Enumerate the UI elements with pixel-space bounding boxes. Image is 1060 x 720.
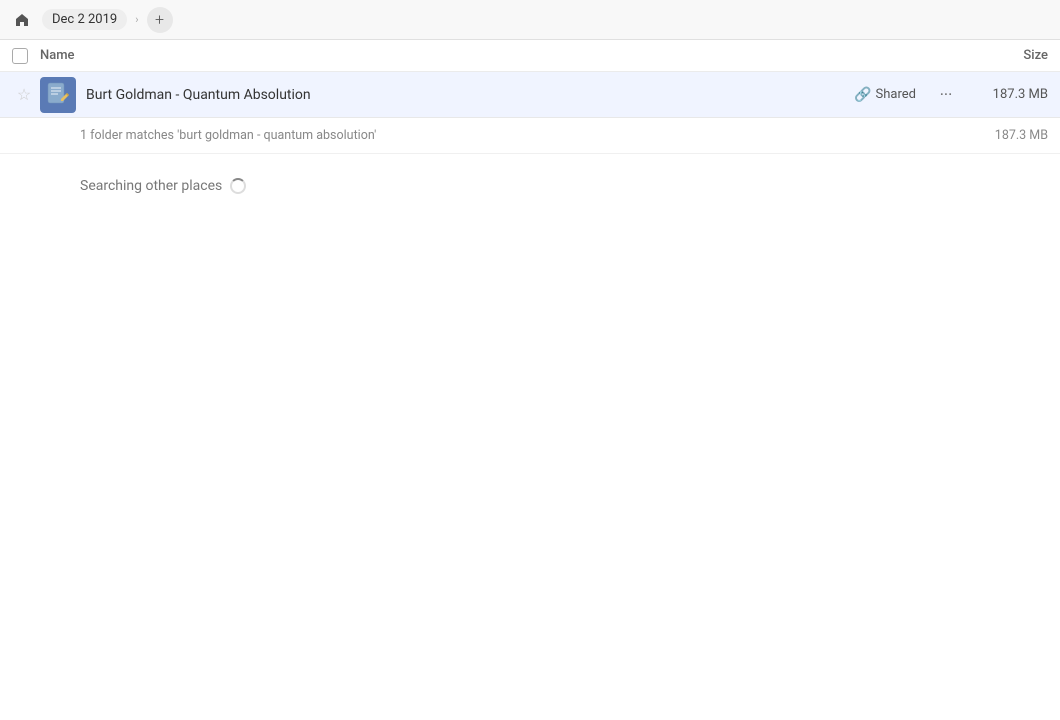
breadcrumb-date[interactable]: Dec 2 2019 (42, 9, 127, 30)
home-button[interactable] (8, 6, 36, 34)
file-name-label[interactable]: Burt Goldman - Quantum Absolution (86, 87, 854, 103)
add-button[interactable]: + (147, 7, 173, 33)
searching-label: Searching other places (80, 178, 222, 194)
shared-badge: 🔗 Shared (854, 87, 916, 103)
match-info-row: 1 folder matches 'burt goldman - quantum… (0, 118, 1060, 154)
searching-section: Searching other places (0, 154, 1060, 218)
name-column-header: Name (40, 48, 948, 63)
size-column-header: Size (948, 48, 1048, 63)
star-button[interactable]: ☆ (12, 83, 36, 107)
loading-spinner (230, 178, 246, 194)
file-row[interactable]: ☆ Burt Goldman - Quantum Absolution 🔗 Sh… (0, 72, 1060, 118)
breadcrumb-arrow-icon: › (135, 13, 138, 26)
select-all-checkbox-container[interactable] (12, 48, 40, 64)
select-all-checkbox[interactable] (12, 48, 28, 64)
column-header-row: Name Size (0, 40, 1060, 72)
match-description: 1 folder matches 'burt goldman - quantum… (80, 128, 968, 143)
link-icon: 🔗 (854, 87, 871, 103)
file-icon (40, 77, 76, 113)
match-size-value: 187.3 MB (968, 128, 1048, 143)
file-size-value: 187.3 MB (968, 87, 1048, 102)
shared-label: Shared (876, 87, 916, 102)
top-bar: Dec 2 2019 › + (0, 0, 1060, 40)
more-options-button[interactable]: ··· (932, 81, 960, 109)
